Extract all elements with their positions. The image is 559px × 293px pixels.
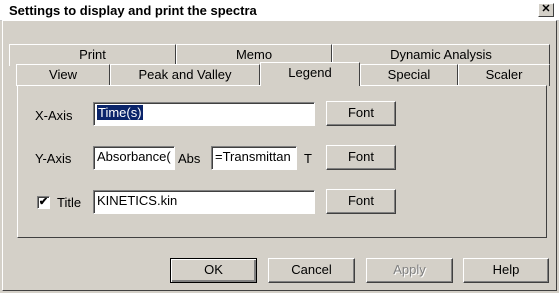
title-label: Title	[57, 195, 82, 210]
close-button[interactable]: ✕	[538, 3, 554, 17]
x-axis-value: Time(s)	[97, 105, 143, 120]
y-axis-label: Y-Axis	[35, 151, 72, 166]
y-axis-value: Absorbance(	[97, 149, 171, 164]
title-font-button[interactable]: Font	[326, 189, 396, 214]
y-axis-transmittance-value: =Transmittan	[215, 149, 291, 164]
ok-button[interactable]: OK	[170, 258, 257, 283]
title-value: KINETICS.kin	[97, 193, 178, 208]
tab-view[interactable]: View	[16, 64, 110, 86]
cancel-button[interactable]: Cancel	[268, 258, 355, 283]
close-icon: ✕	[541, 3, 551, 15]
x-axis-label: X-Axis	[35, 108, 73, 123]
x-axis-font-button[interactable]: Font	[326, 101, 396, 126]
tab-special[interactable]: Special	[360, 64, 458, 86]
y-axis-input[interactable]: Absorbance(	[93, 146, 175, 170]
y-axis-unit-t: T	[304, 151, 312, 166]
tab-legend[interactable]: Legend	[260, 62, 360, 86]
apply-button[interactable]: Apply	[366, 258, 453, 283]
title-bar: Settings to display and print the spectr…	[0, 0, 559, 21]
title-checkbox[interactable]: ✔	[37, 196, 50, 209]
title-input[interactable]: KINETICS.kin	[93, 190, 315, 214]
x-axis-input[interactable]: Time(s)	[93, 102, 315, 126]
window-title: Settings to display and print the spectr…	[9, 3, 257, 18]
tab-dynamic-analysis[interactable]: Dynamic Analysis	[332, 44, 550, 66]
y-axis-font-button[interactable]: Font	[326, 145, 396, 170]
y-axis-unit-abs: Abs	[178, 151, 201, 166]
help-button[interactable]: Help	[463, 258, 549, 283]
checkmark-icon: ✔	[38, 196, 49, 208]
y-axis-transmittance-input[interactable]: =Transmittan	[211, 146, 297, 170]
tab-peak-and-valley[interactable]: Peak and Valley	[110, 64, 260, 86]
tab-print[interactable]: Print	[9, 44, 176, 66]
tab-scaler[interactable]: Scaler	[458, 64, 550, 86]
